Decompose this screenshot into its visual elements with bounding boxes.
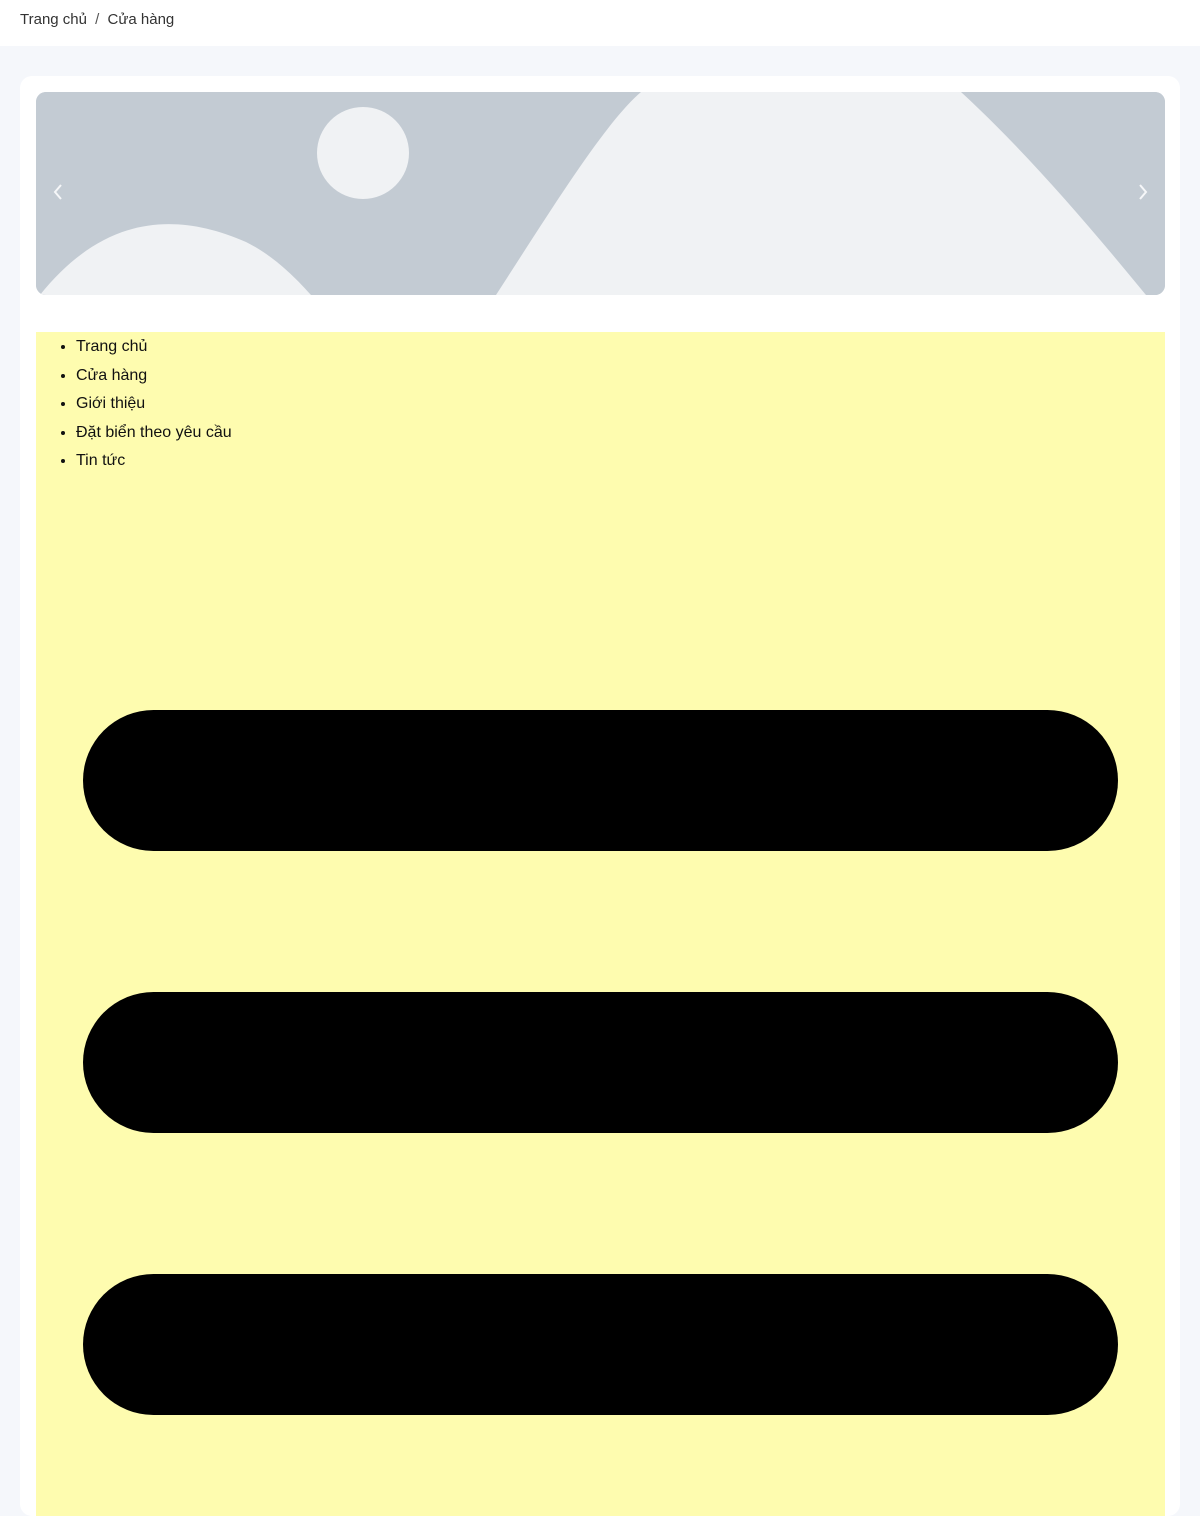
nav-item-label[interactable]: Giới thiệu bbox=[76, 395, 145, 412]
nav-item-custom-order[interactable]: Đặt biển theo yêu cầu bbox=[76, 420, 232, 449]
mobile-menu-panel: Trang chủ Cửa hàng Giới thiệu Đặt biển t… bbox=[36, 332, 1165, 1516]
nav-item-news[interactable]: Tin tức bbox=[76, 448, 232, 477]
nav-item-label[interactable]: Cửa hàng bbox=[76, 367, 147, 384]
carousel-prev-button[interactable] bbox=[46, 177, 70, 207]
top-bar: Trang chủ / Cửa hàng bbox=[0, 0, 1200, 46]
nav-item-shop[interactable]: Cửa hàng bbox=[76, 363, 232, 392]
breadcrumb-current: Cửa hàng bbox=[107, 11, 175, 28]
breadcrumb-home[interactable]: Trang chủ bbox=[20, 11, 87, 28]
carousel-next-button[interactable] bbox=[1131, 177, 1155, 207]
breadcrumb-separator: / bbox=[95, 11, 100, 28]
nav-menu-list: Trang chủ Cửa hàng Giới thiệu Đặt biển t… bbox=[36, 334, 232, 477]
nav-item-label[interactable]: Tin tức bbox=[76, 452, 125, 469]
nav-item-label[interactable]: Trang chủ bbox=[76, 338, 147, 355]
hamburger-menu-icon-bar-bottom[interactable] bbox=[83, 1274, 1118, 1415]
nav-item-home[interactable]: Trang chủ bbox=[76, 334, 232, 363]
content-card: Trang chủ Cửa hàng Giới thiệu Đặt biển t… bbox=[20, 76, 1180, 1516]
image-carousel[interactable] bbox=[36, 92, 1165, 295]
breadcrumb: Trang chủ / Cửa hàng bbox=[20, 11, 174, 28]
nav-item-about[interactable]: Giới thiệu bbox=[76, 391, 232, 420]
hamburger-menu-icon-bar-middle[interactable] bbox=[83, 992, 1118, 1133]
chevron-right-icon bbox=[1139, 184, 1148, 200]
chevron-left-icon bbox=[53, 184, 62, 200]
hamburger-menu-icon-bar-top[interactable] bbox=[83, 710, 1118, 851]
image-placeholder-icon bbox=[36, 92, 1165, 295]
nav-item-label[interactable]: Đặt biển theo yêu cầu bbox=[76, 424, 232, 441]
